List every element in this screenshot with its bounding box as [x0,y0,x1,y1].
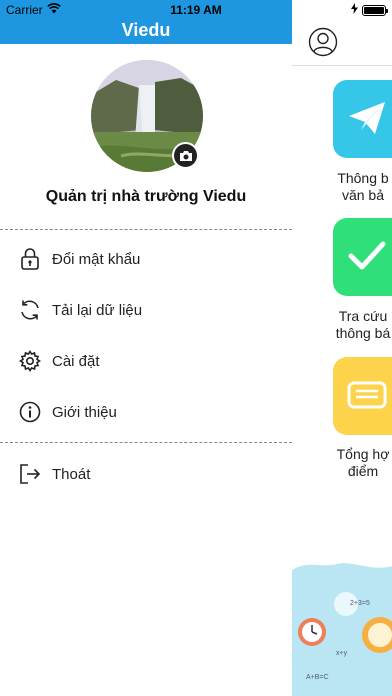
tile-label-notification: Thông b văn bả [337,170,389,203]
menu-divider-top [0,229,292,230]
status-bar: Carrier 11:19 AM [0,0,392,20]
art-text-2: x+y [336,650,348,657]
user-icon [308,27,338,57]
menu-label-change-password: Đổi mật khẩu [52,250,141,268]
art-text-1: 2+3=5 [350,600,370,607]
main-header [292,20,392,66]
main-screen: Thông b văn bả Tra cứu thông bá Tổng hợ … [292,0,392,696]
tile-label-summary: Tổng hợ điểm [336,446,390,479]
art-text-3: A+B=C [306,674,329,681]
school-name: Quản trị nhà trường Viedu [45,188,247,205]
menu-divider-bottom [0,442,292,443]
refresh-icon [18,298,42,322]
info-icon [18,400,42,424]
drawer-title: Viedu [121,20,171,40]
paper-plane-icon [347,100,387,141]
camera-icon [179,150,192,161]
tile-label-lookup: Tra cứu thông bá [335,308,391,341]
battery-icon [362,4,388,16]
menu-label-about: Giới thiệu [52,403,117,421]
menu-item-logout[interactable]: Thoát [0,450,292,498]
tile-notification-documents[interactable] [333,80,392,158]
menu-item-settings[interactable]: Cài đặt [0,337,292,385]
status-time: 11:19 AM [170,3,222,17]
menu-item-change-password[interactable]: Đổi mật khẩu [0,235,292,283]
menu-label-reload-data: Tải lại dữ liệu [52,301,143,319]
lock-icon [18,247,42,271]
tile-score-summary[interactable] [333,357,392,435]
menu-label-logout: Thoát [52,465,91,483]
message-icon [347,377,387,418]
decorative-background-art: 2+3=5 x+y A+B=C [292,560,392,696]
status-right [351,3,388,17]
charging-icon [351,3,358,17]
tile-lookup-notices[interactable] [333,218,392,296]
user-profile-button[interactable] [308,27,338,57]
menu-label-settings: Cài đặt [52,352,100,370]
checkmark-icon [347,238,387,279]
menu-item-about[interactable]: Giới thiệu [0,388,292,436]
change-avatar-button[interactable] [172,142,199,169]
gear-icon [18,349,42,373]
menu-item-reload-data[interactable]: Tải lại dữ liệu [0,286,292,334]
logout-icon [18,462,42,486]
navigation-drawer: Viedu Quản trị nhà trường Viedu Đổi mật … [0,0,292,696]
